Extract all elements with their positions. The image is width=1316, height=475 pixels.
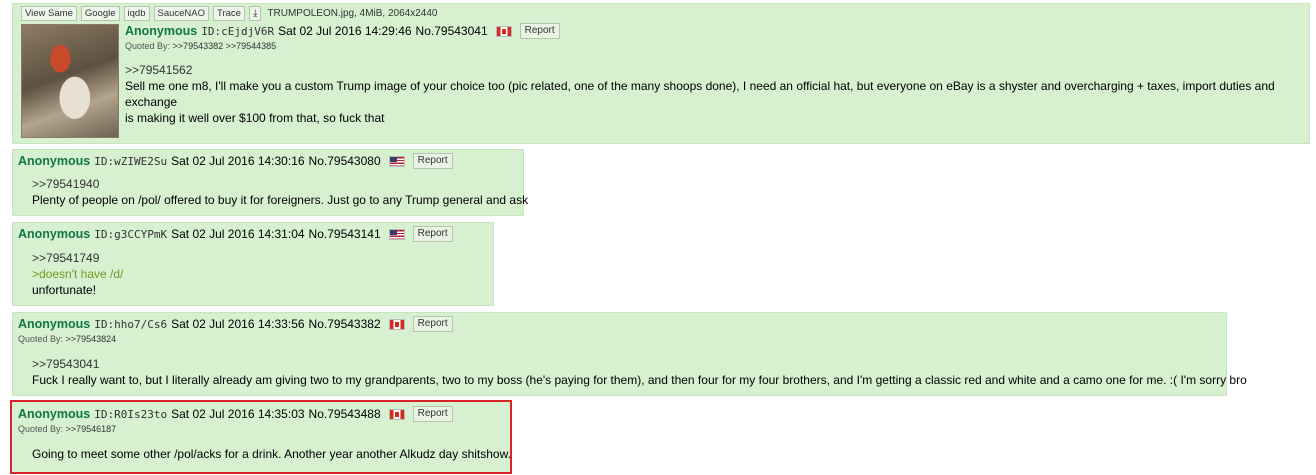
post-datetime: Sat 02 Jul 2016 14:35:03 <box>171 407 305 421</box>
post-number[interactable]: No.79543488 <box>309 407 381 421</box>
poster-name: Anonymous <box>18 407 91 421</box>
view-same-button[interactable]: View Same <box>21 6 77 21</box>
poster-id[interactable]: ID:wZIWE2Su <box>94 155 167 168</box>
reply-link[interactable]: >>79541940 <box>32 176 528 192</box>
post-body: >>79541749 >doesn't have /d/ unfortunate… <box>32 250 123 298</box>
quoted-by-links[interactable]: >>79543382 >>79544385 <box>173 41 277 51</box>
post-number[interactable]: No.79543041 <box>416 24 488 38</box>
post-body: >>79541940 Plenty of people on /pol/ off… <box>32 176 528 208</box>
report-button[interactable]: Report <box>412 226 453 242</box>
post-header: Anonymous ID:g3CCYPmK Sat 02 Jul 2016 14… <box>18 226 453 242</box>
quoted-by-label: Quoted By: <box>18 424 64 434</box>
quoted-by: Quoted By: >>79546187 <box>18 424 453 434</box>
quoted-by-label: Quoted By: <box>18 334 64 344</box>
post-datetime: Sat 02 Jul 2016 14:33:56 <box>171 317 305 331</box>
canada-flag-icon <box>495 25 512 37</box>
report-button[interactable]: Report <box>412 153 453 169</box>
post-text-line: Sell me one m8, I'll make you a custom T… <box>125 79 1275 109</box>
post-datetime: Sat 02 Jul 2016 14:30:16 <box>171 154 305 168</box>
post-number[interactable]: No.79543141 <box>309 227 381 241</box>
saucenao-search-button[interactable]: SauceNAO <box>153 6 210 21</box>
post-datetime: Sat 02 Jul 2016 14:29:46 <box>278 24 412 38</box>
post-datetime: Sat 02 Jul 2016 14:31:04 <box>171 227 305 241</box>
quoted-by-links[interactable]: >>79546187 <box>66 424 117 434</box>
trace-search-button[interactable]: Trace <box>213 6 245 21</box>
poster-name: Anonymous <box>125 24 198 38</box>
report-button[interactable]: Report <box>412 316 453 332</box>
image-search-toolbar: View Same Google iqdb SauceNAO Trace ⤓ T… <box>21 6 437 21</box>
iqdb-search-button[interactable]: iqdb <box>123 6 150 21</box>
post-number[interactable]: No.79543382 <box>309 317 381 331</box>
post-body: >>79543041 Fuck I really want to, but I … <box>32 356 1247 388</box>
reply-link[interactable]: >>79541749 <box>32 250 123 266</box>
poster-name: Anonymous <box>18 154 91 168</box>
canada-flag-icon <box>388 318 405 330</box>
reply-link[interactable]: >>79543041 <box>32 356 1247 372</box>
download-icon[interactable]: ⤓ <box>248 6 262 21</box>
us-flag-icon <box>388 228 405 240</box>
file-info[interactable]: TRUMPOLEON.jpg, 4MiB, 2064x2440 <box>267 8 437 19</box>
report-button[interactable]: Report <box>412 406 453 422</box>
post-image-thumbnail[interactable] <box>21 24 119 138</box>
post-text-line: unfortunate! <box>32 283 97 297</box>
google-search-button[interactable]: Google <box>80 6 120 21</box>
quoted-by: Quoted By: >>79543382 >>79544385 <box>125 41 560 51</box>
poster-id[interactable]: ID:cEjdjV6R <box>201 25 274 38</box>
post-header: Anonymous ID:wZIWE2Su Sat 02 Jul 2016 14… <box>18 153 453 169</box>
post-body: >>79541562 Sell me one m8, I'll make you… <box>125 62 1305 126</box>
canada-flag-icon <box>388 408 405 420</box>
quoted-by-links[interactable]: >>79543824 <box>66 334 117 344</box>
poster-id[interactable]: ID:hho7/Cs6 <box>94 318 167 331</box>
post-header: Anonymous ID:hho7/Cs6 Sat 02 Jul 2016 14… <box>18 316 453 344</box>
report-button[interactable]: Report <box>519 23 560 39</box>
poster-name: Anonymous <box>18 317 91 331</box>
quoted-by: Quoted By: >>79543824 <box>18 334 453 344</box>
quoted-by-label: Quoted By: <box>125 41 171 51</box>
poster-id[interactable]: ID:R0Is23to <box>94 408 167 421</box>
post-number[interactable]: No.79543080 <box>309 154 381 168</box>
post-text-line: Fuck I really want to, but I literally a… <box>32 373 1247 387</box>
reply-link[interactable]: >>79541562 <box>125 62 1305 78</box>
poster-name: Anonymous <box>18 227 91 241</box>
post-header: Anonymous ID:cEjdjV6R Sat 02 Jul 2016 14… <box>125 23 560 51</box>
greentext-line: >doesn't have /d/ <box>32 267 124 281</box>
post-text-line: Plenty of people on /pol/ offered to buy… <box>32 193 529 207</box>
post-header: Anonymous ID:R0Is23to Sat 02 Jul 2016 14… <box>18 406 453 434</box>
post-text-line: is making it well over $100 from that, s… <box>125 111 385 125</box>
us-flag-icon <box>388 155 405 167</box>
post-text-line: Going to meet some other /pol/acks for a… <box>32 447 511 461</box>
post-body: Going to meet some other /pol/acks for a… <box>32 446 511 462</box>
poster-id[interactable]: ID:g3CCYPmK <box>94 228 167 241</box>
